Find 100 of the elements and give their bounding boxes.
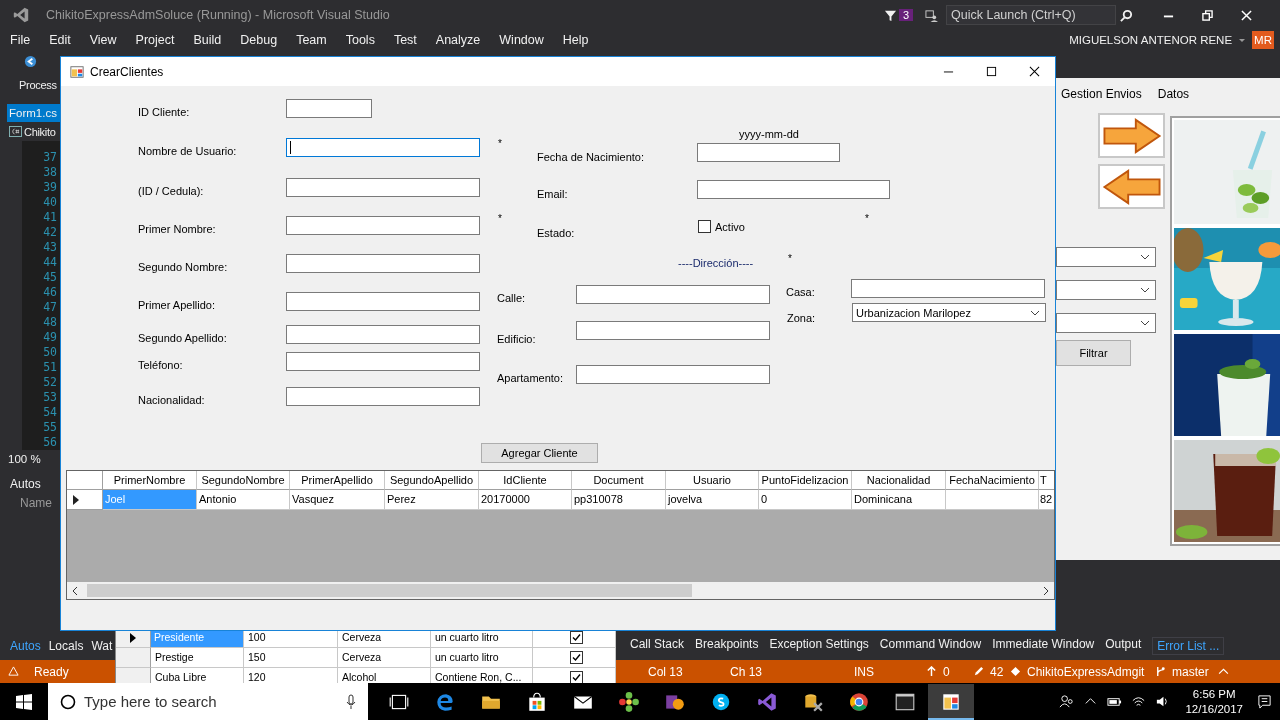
menu-item[interactable]: Window (499, 33, 544, 47)
form-app-icon[interactable] (928, 683, 974, 720)
text-field[interactable] (286, 254, 480, 273)
panel-tab[interactable]: Output (1105, 637, 1142, 655)
menu-item[interactable]: Team (296, 33, 327, 47)
checkbox[interactable] (569, 651, 583, 664)
text-field[interactable] (286, 325, 480, 344)
text-field[interactable] (697, 180, 890, 199)
menu-item[interactable]: Datos (1157, 87, 1190, 107)
table-cell[interactable]: Cuba Libre (151, 668, 244, 683)
panel-tab[interactable]: Breakpoints (695, 637, 759, 655)
menu-item[interactable]: Analyze (435, 33, 481, 47)
panel-tab[interactable]: Call Stack (630, 637, 685, 655)
scroll-thumb[interactable] (87, 584, 692, 597)
branch-name[interactable]: master (1172, 664, 1218, 679)
previous-button[interactable] (1098, 164, 1165, 209)
checkbox-label[interactable]: Activo (715, 220, 745, 233)
text-field[interactable] (286, 387, 480, 406)
text-field[interactable] (286, 99, 372, 118)
text-field[interactable] (576, 285, 770, 304)
people-icon[interactable] (1059, 694, 1075, 709)
panel-tab[interactable]: Wat (91, 639, 113, 653)
zoom-level[interactable]: 100 % (0, 450, 60, 468)
chevron-icon[interactable] (1140, 320, 1150, 326)
dropdown[interactable] (1056, 247, 1156, 267)
scroll-right-icon[interactable] (1042, 585, 1050, 596)
back-icon[interactable] (24, 54, 37, 68)
panel-tab[interactable]: Error List ... (1152, 637, 1225, 655)
search-icon[interactable] (60, 693, 76, 710)
checkbox[interactable] (569, 631, 583, 644)
dropdown[interactable] (1056, 313, 1156, 333)
feedback-icon[interactable] (925, 8, 938, 22)
text-field[interactable] (851, 279, 1045, 298)
row-header[interactable] (67, 490, 103, 510)
pencil-icon[interactable] (973, 666, 984, 677)
text-field[interactable] (286, 352, 480, 371)
text-field[interactable] (286, 216, 480, 235)
avatar[interactable]: MR (1252, 31, 1274, 49)
next-button[interactable] (1098, 113, 1165, 158)
text-field[interactable] (697, 143, 840, 162)
table-cell[interactable] (946, 490, 1039, 510)
table-cell[interactable]: Prestige (151, 648, 244, 668)
menu-item[interactable]: Test (393, 33, 417, 47)
filter-button[interactable]: Filtrar (1056, 340, 1131, 366)
chevron-icon[interactable] (1140, 287, 1150, 293)
text-field[interactable] (576, 365, 770, 384)
text-field[interactable] (286, 178, 480, 197)
text-field[interactable] (286, 138, 480, 157)
repository-name[interactable]: ChikitoExpressAdmgit (1027, 664, 1155, 679)
maximize-icon[interactable] (986, 66, 997, 77)
table-cell[interactable]: Vasquez (290, 490, 385, 510)
add-client-button[interactable]: Agregar Cliente (481, 443, 598, 463)
dropdown[interactable]: Urbanizacion Marilopez (852, 303, 1046, 322)
menu-item[interactable]: File (10, 33, 31, 47)
menu-item[interactable]: Help (562, 33, 589, 47)
search-icon[interactable] (1120, 8, 1133, 22)
text-field[interactable] (286, 292, 480, 311)
menu-item[interactable]: Debug (240, 33, 278, 47)
caret-icon[interactable] (1218, 666, 1229, 677)
clock-time[interactable]: 6:56 PM (1192, 686, 1236, 702)
panel-tab[interactable]: Exception Settings (769, 637, 869, 655)
up-arrow-icon[interactable] (926, 666, 937, 677)
text-field[interactable] (576, 321, 770, 340)
table-cell[interactable]: 0 (759, 490, 852, 510)
user-name[interactable]: MIGUELSON ANTENOR RENE (1069, 34, 1233, 46)
caret-icon[interactable] (1238, 36, 1247, 44)
push-count[interactable]: 0 (943, 664, 973, 679)
restore-icon[interactable] (1202, 9, 1213, 21)
menu-item[interactable]: Edit (49, 33, 71, 47)
search-field[interactable]: Type here to search (48, 683, 368, 720)
table-cell[interactable]: Dominicana (852, 490, 946, 510)
dropdown[interactable] (1056, 280, 1156, 300)
panel-tab[interactable]: Immediate Window (992, 637, 1095, 655)
close-icon[interactable] (1029, 66, 1040, 77)
panel-tab[interactable]: Locals (48, 639, 84, 653)
filter-icon[interactable] (883, 8, 897, 22)
document-tab[interactable]: Form1.cs (7, 104, 60, 122)
windows-icon[interactable] (16, 693, 32, 710)
file-name[interactable]: Chikito (24, 125, 56, 138)
diamond-icon[interactable] (1010, 666, 1021, 677)
quick-launch-field[interactable]: Quick Launch (Ctrl+Q) (946, 5, 1116, 25)
menu-item[interactable]: View (89, 33, 117, 47)
panel-tab[interactable]: Command Window (879, 637, 982, 655)
menu-item[interactable]: Build (193, 33, 222, 47)
change-count[interactable]: 42 (990, 664, 1010, 679)
menu-item[interactable]: Gestion Envios (1061, 87, 1142, 107)
search-input[interactable]: Type here to search (76, 692, 346, 711)
clock-date[interactable]: 12/16/2017 (1185, 701, 1243, 717)
menu-item[interactable]: Tools (345, 33, 375, 47)
panel-tab[interactable]: Autos (10, 639, 41, 653)
table-cell[interactable]: Antonio (197, 490, 290, 510)
table-cell[interactable]: pp310078 (572, 490, 666, 510)
checkbox[interactable] (698, 220, 711, 233)
table-cell[interactable]: 82 (1039, 490, 1054, 510)
horizontal-scrollbar[interactable] (67, 582, 1054, 599)
chevron-icon[interactable] (1140, 254, 1150, 260)
scroll-left-icon[interactable] (71, 585, 79, 596)
chevron-icon[interactable] (1030, 309, 1040, 316)
table-cell[interactable]: 20170000 (479, 490, 572, 510)
checkbox[interactable] (569, 671, 583, 683)
